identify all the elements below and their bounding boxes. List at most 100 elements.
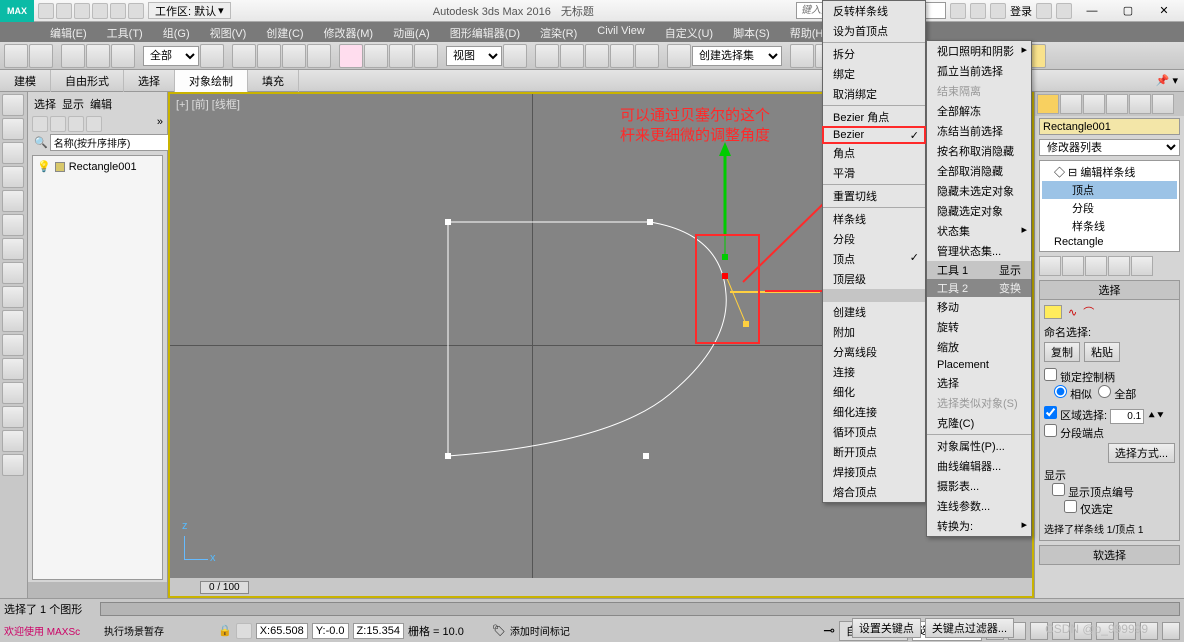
undo-icon[interactable] bbox=[92, 3, 108, 19]
open-icon[interactable] bbox=[56, 3, 72, 19]
lt-4[interactable] bbox=[2, 166, 24, 188]
stack-unique-button[interactable] bbox=[1085, 256, 1107, 276]
menu-render[interactable]: 渲染(R) bbox=[530, 22, 587, 42]
coord-z[interactable]: Z:15.354 bbox=[353, 623, 404, 639]
modifier-list-dropdown[interactable]: 修改器列表 bbox=[1039, 139, 1180, 156]
filter-button[interactable] bbox=[200, 44, 224, 68]
ctx-item[interactable]: 细化连接 bbox=[823, 402, 925, 422]
scale-button[interactable] bbox=[389, 44, 413, 68]
tab-selection[interactable]: 选择 bbox=[124, 70, 175, 92]
menu-edit[interactable]: 编辑(E) bbox=[40, 22, 97, 42]
maxscript-mini[interactable] bbox=[28, 582, 167, 598]
outliner-tab-edit[interactable]: 编辑 bbox=[90, 96, 112, 112]
lt-11[interactable] bbox=[2, 334, 24, 356]
menu-graph[interactable]: 图形编辑器(D) bbox=[440, 22, 530, 42]
ctx-item[interactable]: 角点 bbox=[823, 143, 925, 163]
stack-edit-spline[interactable]: ◇ ⊟ 编辑样条线 bbox=[1042, 163, 1177, 181]
login-label[interactable]: 登录 bbox=[1010, 3, 1032, 19]
ctx-item-bezier[interactable]: Bezier bbox=[823, 127, 925, 143]
stack-vertex[interactable]: 顶点 bbox=[1042, 181, 1177, 199]
ctx-item[interactable]: 曲线编辑器... bbox=[927, 456, 1031, 476]
marquee-button[interactable] bbox=[282, 44, 306, 68]
rollout-selection-header[interactable]: 选择 bbox=[1039, 280, 1180, 300]
lt-2[interactable] bbox=[2, 118, 24, 140]
outliner-ico1[interactable] bbox=[32, 116, 48, 132]
ctx-item[interactable]: 隐藏未选定对象 bbox=[927, 181, 1031, 201]
ctx-item[interactable]: 循环顶点 bbox=[823, 422, 925, 442]
modifier-stack[interactable]: ◇ ⊟ 编辑样条线 顶点 分段 样条线 Rectangle bbox=[1039, 160, 1180, 252]
context-menu-left[interactable]: 反转样条线 设为首顶点 拆分 绑定 取消绑定 Bezier 角点 Bezier … bbox=[822, 0, 926, 503]
similar-radio[interactable] bbox=[1054, 385, 1067, 398]
setkey-button[interactable]: 设置关键点 bbox=[852, 618, 921, 638]
ctx-item[interactable]: 拆分 bbox=[823, 44, 925, 64]
redo-button[interactable] bbox=[29, 44, 53, 68]
lt-9[interactable] bbox=[2, 286, 24, 308]
ctx-item[interactable]: 连线参数... bbox=[927, 496, 1031, 516]
lt-12[interactable] bbox=[2, 358, 24, 380]
cmd-tab-hierarchy[interactable] bbox=[1083, 94, 1105, 114]
ctx-item[interactable]: 连接 bbox=[823, 362, 925, 382]
copy-button[interactable]: 复制 bbox=[1044, 342, 1080, 362]
lt-5[interactable] bbox=[2, 190, 24, 212]
coord-mode-icon[interactable] bbox=[236, 623, 252, 639]
menu-customize[interactable]: 自定义(U) bbox=[655, 22, 723, 42]
cmd-tab-motion[interactable] bbox=[1106, 94, 1128, 114]
link-button[interactable] bbox=[61, 44, 85, 68]
save-icon[interactable] bbox=[74, 3, 90, 19]
ctx-item[interactable]: 反转样条线 bbox=[823, 1, 925, 21]
time-slider[interactable]: 0 / 100 bbox=[170, 578, 1032, 596]
unlink-button[interactable] bbox=[86, 44, 110, 68]
area-value-input[interactable] bbox=[1110, 409, 1144, 424]
workspace-selector[interactable]: 工作区: 默认 ▾ bbox=[148, 2, 231, 19]
time-tag-icon[interactable]: 🏷 bbox=[492, 624, 506, 637]
stack-remove-button[interactable] bbox=[1108, 256, 1130, 276]
maximize-button[interactable]: ▢ bbox=[1112, 1, 1144, 21]
info-icon[interactable] bbox=[950, 3, 966, 19]
vertex-handle[interactable] bbox=[643, 453, 649, 459]
manip-button[interactable] bbox=[535, 44, 559, 68]
close-button[interactable]: ✕ bbox=[1148, 1, 1180, 21]
app-logo-icon[interactable]: MAX bbox=[0, 0, 34, 22]
paste-button[interactable]: 粘贴 bbox=[1084, 342, 1120, 362]
vertex-handle[interactable] bbox=[445, 453, 451, 459]
add-time-tag[interactable]: 添加时间标记 bbox=[510, 623, 570, 638]
rollout-softsel-header[interactable]: 软选择 bbox=[1039, 545, 1180, 565]
link-icon[interactable] bbox=[128, 3, 144, 19]
sel-vertex-icon[interactable] bbox=[1044, 305, 1062, 319]
ctx-item[interactable]: 对象属性(P)... bbox=[927, 436, 1031, 456]
menu-script[interactable]: 脚本(S) bbox=[723, 22, 780, 42]
coord-x[interactable]: X:65.508 bbox=[256, 623, 308, 639]
outliner-ico2[interactable] bbox=[50, 116, 66, 132]
keyfilter-button[interactable]: 关键点过滤器... bbox=[925, 618, 1014, 638]
stack-show-button[interactable] bbox=[1062, 256, 1084, 276]
area-select-checkbox[interactable] bbox=[1044, 406, 1057, 419]
ribbon-pin-icon[interactable]: 📌 ▾ bbox=[1150, 74, 1184, 87]
outliner-item[interactable]: 💡 Rectangle001 bbox=[37, 160, 158, 173]
ctx-item[interactable]: 重置切线 bbox=[823, 186, 925, 206]
sel-spline-icon[interactable]: ⌒ bbox=[1083, 304, 1094, 320]
outliner-expand-icon[interactable]: » bbox=[157, 116, 163, 132]
ctx-item[interactable]: 取消绑定 bbox=[823, 84, 925, 104]
cmd-tab-create[interactable] bbox=[1037, 94, 1059, 114]
menu-animation[interactable]: 动画(A) bbox=[383, 22, 440, 42]
ctx-item[interactable]: 焊接顶点 bbox=[823, 462, 925, 482]
lt-15[interactable] bbox=[2, 430, 24, 452]
menu-modifiers[interactable]: 修改器(M) bbox=[314, 22, 384, 42]
select-by-button[interactable]: 选择方式... bbox=[1108, 443, 1175, 463]
menu-group[interactable]: 组(G) bbox=[153, 22, 200, 42]
stack-spline[interactable]: 样条线 bbox=[1042, 217, 1177, 235]
ctx-item[interactable]: 设为首顶点 bbox=[823, 21, 925, 41]
ctx-item[interactable]: 按名称取消隐藏 bbox=[927, 141, 1031, 161]
menu-view[interactable]: 视图(V) bbox=[200, 22, 257, 42]
ctx-item[interactable]: 摄影表... bbox=[927, 476, 1031, 496]
ctx-item[interactable]: 断开顶点 bbox=[823, 442, 925, 462]
lt-10[interactable] bbox=[2, 310, 24, 332]
menu-tools[interactable]: 工具(T) bbox=[97, 22, 153, 42]
frame-indicator[interactable]: 0 / 100 bbox=[200, 581, 249, 594]
outliner-ico4[interactable] bbox=[86, 116, 102, 132]
ctx-item[interactable]: 顶点 bbox=[823, 249, 925, 269]
ctx-item[interactable]: 全部解冻 bbox=[927, 101, 1031, 121]
context-menu-right[interactable]: 视口照明和阴影 孤立当前选择 结束隔离 全部解冻 冻结当前选择 按名称取消隐藏 … bbox=[926, 40, 1032, 537]
ctx-item[interactable]: 细化 bbox=[823, 382, 925, 402]
ctx-item[interactable]: 克隆(C) bbox=[927, 413, 1031, 433]
